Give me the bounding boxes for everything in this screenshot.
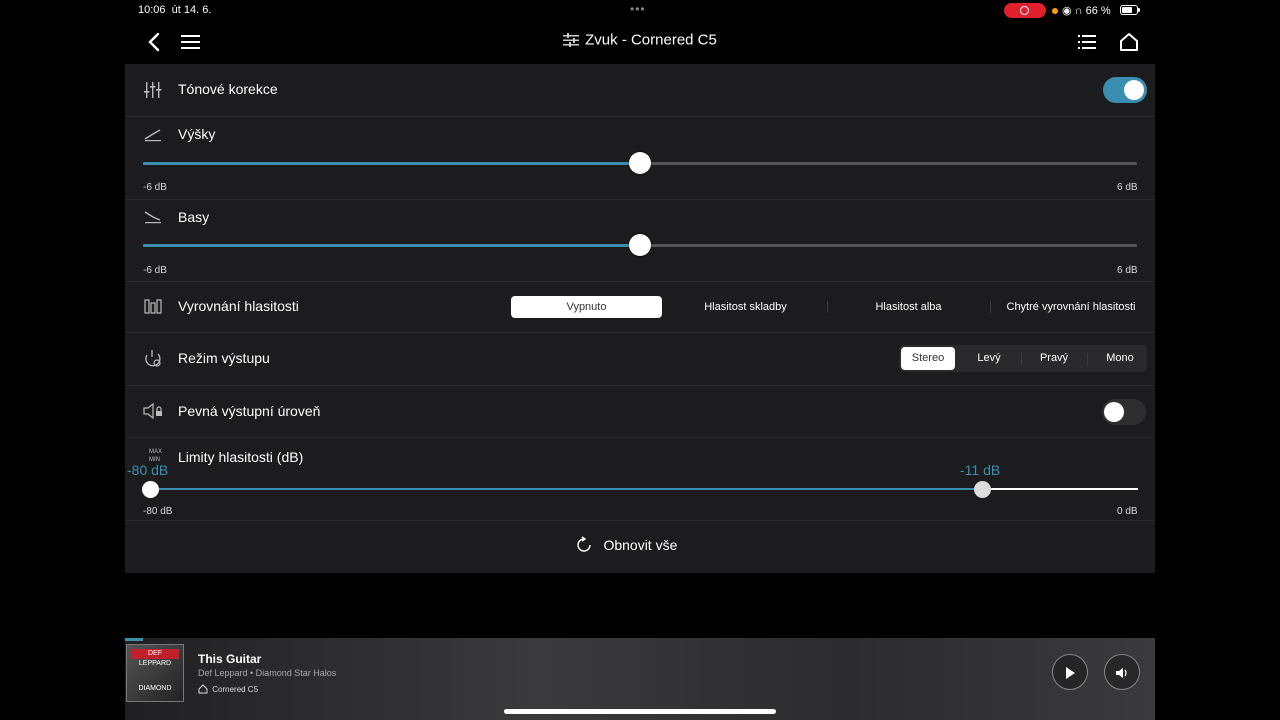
page-title: Zvuk - Cornered C5 <box>585 31 717 49</box>
bass-slider-fill <box>143 244 640 247</box>
screen-recording-icon[interactable] <box>1004 3 1046 18</box>
divider <box>125 281 1155 282</box>
output-option-left[interactable]: Levý <box>961 347 1017 370</box>
divider <box>125 385 1155 386</box>
limits-high-thumb[interactable] <box>974 481 991 498</box>
loudness-option-smart[interactable]: Chytré vyrovnání hlasitosti <box>996 296 1146 318</box>
divider <box>125 199 1155 200</box>
segment-separator <box>827 301 828 313</box>
loudness-label: Vyrovnání hlasitosti <box>178 298 299 314</box>
treble-slider-thumb[interactable] <box>629 152 651 174</box>
speaker-icon <box>1116 667 1127 678</box>
speaker-lock-icon <box>143 403 162 419</box>
bass-max-label: 6 dB <box>1117 265 1138 276</box>
limit-high-value: -11 dB <box>960 462 1001 478</box>
wifi-icon: ◉ <box>1062 5 1072 17</box>
headphones-icon: ∩ <box>1074 5 1083 17</box>
track-artist-album: Def Leppard • Diamond Star Halos <box>198 668 337 678</box>
reset-all-label: Obnovit vše <box>603 537 678 553</box>
limits-slider-range <box>150 488 982 490</box>
track-title: This Guitar <box>198 652 262 666</box>
home-icon[interactable] <box>1119 32 1139 52</box>
battery-percent: 66 % <box>1085 5 1111 17</box>
output-mode-icon <box>145 350 161 367</box>
output-option-right[interactable]: Pravý <box>1026 347 1082 370</box>
loudness-option-track[interactable]: Hlasitost skladby <box>668 296 823 318</box>
queue-list-icon[interactable] <box>1078 34 1096 50</box>
home-small-icon <box>198 684 208 694</box>
loudness-option-album[interactable]: Hlasitost alba <box>831 296 986 318</box>
equalizer-icon <box>144 82 162 98</box>
multitasking-dots-icon[interactable]: ••• <box>630 2 646 16</box>
bass-min-label: -6 dB <box>143 265 167 276</box>
treble-icon <box>144 129 161 142</box>
limit-low-value: -80 dB <box>127 462 169 478</box>
segment-separator <box>990 301 991 313</box>
sliders-icon <box>563 33 580 48</box>
tone-corrections-label: Tónové korekce <box>178 81 278 97</box>
refresh-icon <box>577 536 591 552</box>
segment-separator <box>1087 353 1088 365</box>
album-cover[interactable]: DEF LEPPARD DIAMOND <box>126 644 184 702</box>
limits-max-label: 0 dB <box>1117 506 1138 517</box>
playback-device[interactable]: Cornered C5 <box>198 684 258 694</box>
treble-label: Výšky <box>178 126 216 142</box>
output-option-mono[interactable]: Mono <box>1093 347 1147 370</box>
reset-all-button[interactable]: Obnovit vše <box>575 536 677 556</box>
divider <box>125 332 1155 333</box>
divider <box>125 116 1155 117</box>
bass-label: Basy <box>178 209 210 225</box>
divider <box>125 437 1155 438</box>
battery-icon <box>1120 5 1140 15</box>
volume-leveling-icon <box>144 299 162 314</box>
mic-indicator-icon <box>1052 8 1058 14</box>
treble-max-label: 6 dB <box>1117 182 1138 193</box>
status-time: 10:06 út 14. 6. <box>138 4 212 16</box>
loudness-option-off[interactable]: Vypnuto <box>511 296 662 318</box>
tone-corrections-toggle[interactable] <box>1103 77 1147 103</box>
output-mode-label: Režim výstupu <box>178 350 270 366</box>
treble-slider-fill <box>143 162 640 165</box>
segment-separator <box>1021 353 1022 365</box>
fixed-output-toggle[interactable] <box>1102 399 1146 425</box>
fixed-output-label: Pevná výstupní úroveň <box>178 403 321 419</box>
status-indicators: ◉ ∩ 66 % <box>1062 4 1111 17</box>
play-icon <box>1066 666 1075 679</box>
home-indicator[interactable] <box>504 709 776 714</box>
limits-low-thumb[interactable] <box>142 481 159 498</box>
treble-min-label: -6 dB <box>143 182 167 193</box>
limits-min-label: -80 dB <box>143 506 173 517</box>
bass-slider-thumb[interactable] <box>629 234 651 256</box>
volume-button[interactable] <box>1104 654 1140 690</box>
playback-progress[interactable] <box>125 638 143 641</box>
output-option-stereo[interactable]: Stereo <box>901 347 955 370</box>
play-button[interactable] <box>1052 654 1088 690</box>
status-bar: 10:06 út 14. 6. ••• ◉ ∩ 66 % <box>0 0 1280 22</box>
now-playing-bar[interactable] <box>125 638 1155 720</box>
divider <box>125 520 1155 521</box>
volume-limits-label: Limity hlasitosti (dB) <box>178 449 304 465</box>
bass-icon <box>144 211 161 224</box>
